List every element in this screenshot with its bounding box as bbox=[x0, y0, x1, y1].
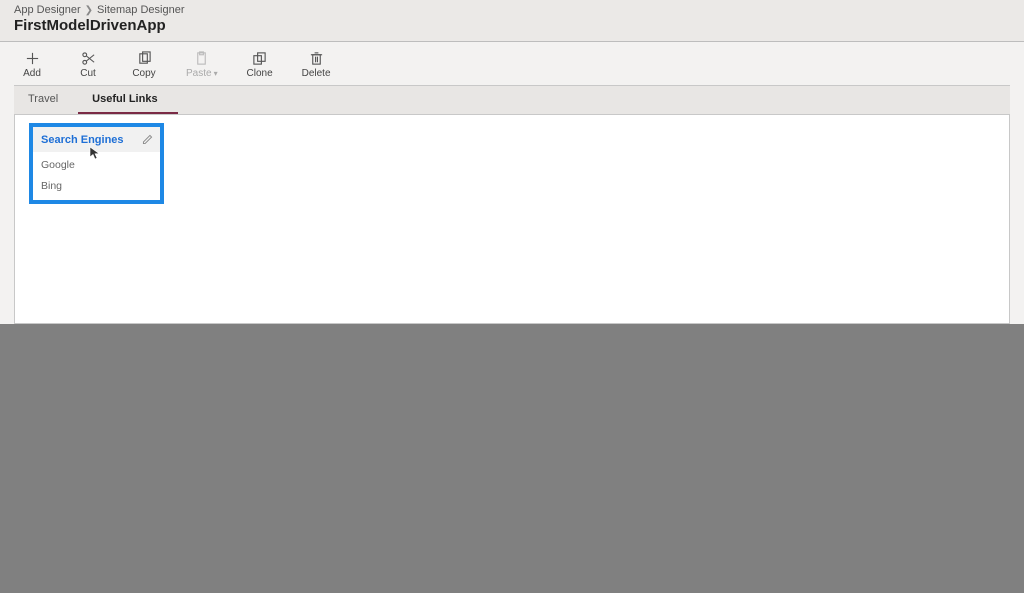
toolbar: Add Cut Copy Paste▾ Clone bbox=[0, 42, 1024, 85]
add-button[interactable]: Add bbox=[18, 50, 46, 79]
breadcrumb: App Designer ❯ Sitemap Designer bbox=[14, 4, 1010, 16]
sitemap-group[interactable]: Search Engines Google Bing bbox=[29, 123, 164, 204]
app-shell: App Designer ❯ Sitemap Designer FirstMod… bbox=[0, 0, 1024, 324]
cut-label: Cut bbox=[80, 69, 96, 79]
clone-icon bbox=[252, 50, 268, 66]
copy-button[interactable]: Copy bbox=[130, 50, 158, 79]
trash-icon bbox=[308, 50, 324, 66]
tabs: Travel Useful Links bbox=[14, 85, 1010, 115]
cut-button[interactable]: Cut bbox=[74, 50, 102, 79]
group-title: Search Engines bbox=[41, 134, 124, 146]
breadcrumb-parent[interactable]: App Designer bbox=[14, 4, 81, 16]
tab-travel[interactable]: Travel bbox=[14, 86, 78, 114]
plus-icon bbox=[24, 50, 40, 66]
chevron-down-icon: ▾ bbox=[214, 69, 218, 78]
clone-label: Clone bbox=[247, 69, 273, 79]
paste-icon bbox=[194, 50, 210, 66]
copy-label: Copy bbox=[132, 69, 155, 79]
pencil-icon[interactable] bbox=[141, 133, 154, 146]
clone-button[interactable]: Clone bbox=[246, 50, 274, 79]
sitemap-subarea[interactable]: Google bbox=[33, 152, 160, 173]
page-title: FirstModelDrivenApp bbox=[14, 17, 1010, 38]
breadcrumb-current: Sitemap Designer bbox=[97, 4, 184, 16]
sitemap-subarea[interactable]: Bing bbox=[33, 173, 160, 194]
chevron-right-icon: ❯ bbox=[85, 5, 93, 16]
delete-label: Delete bbox=[302, 69, 331, 79]
paste-button: Paste▾ bbox=[186, 50, 218, 79]
header: App Designer ❯ Sitemap Designer FirstMod… bbox=[0, 0, 1024, 41]
delete-button[interactable]: Delete bbox=[302, 50, 331, 79]
scissors-icon bbox=[80, 50, 96, 66]
paste-label: Paste▾ bbox=[186, 69, 218, 79]
group-header[interactable]: Search Engines bbox=[33, 127, 160, 152]
add-label: Add bbox=[23, 69, 41, 79]
tab-useful-links[interactable]: Useful Links bbox=[78, 86, 177, 114]
sitemap-canvas[interactable]: Search Engines Google Bing bbox=[14, 115, 1010, 324]
copy-icon bbox=[136, 50, 152, 66]
